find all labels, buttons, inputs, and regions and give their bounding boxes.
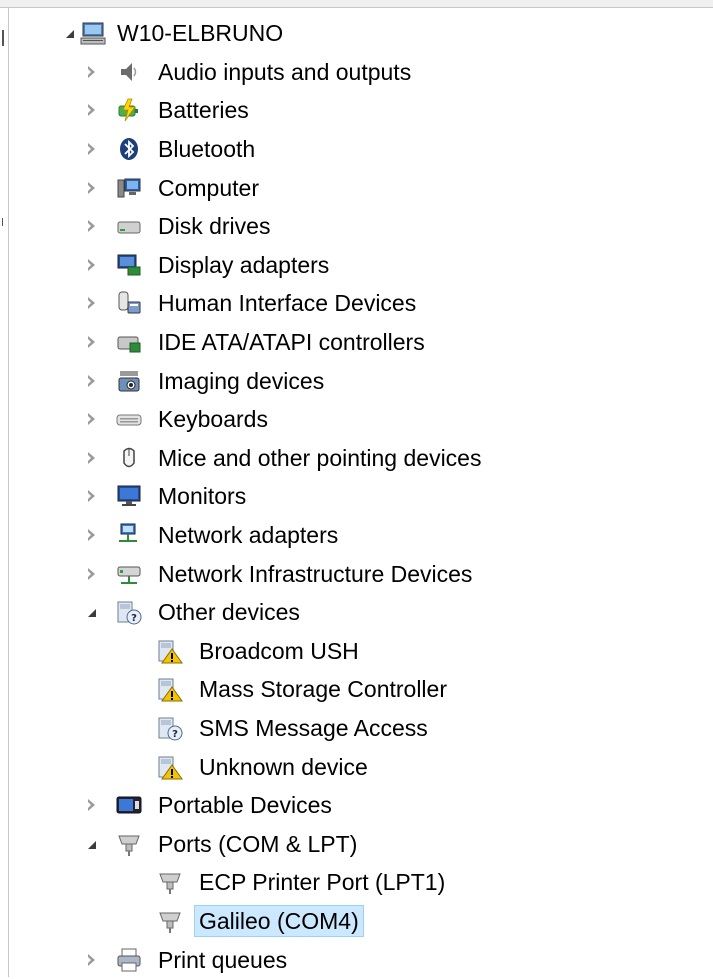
- tree-item-batteries[interactable]: Batteries: [0, 91, 713, 130]
- bluetooth-icon: [116, 136, 142, 162]
- tree-item-label: Monitors: [158, 483, 247, 510]
- collapsed-arrow-icon[interactable]: [84, 103, 98, 117]
- tree-item-label: Keyboards: [158, 406, 268, 433]
- tree-item-portable-devices[interactable]: Portable Devices: [0, 786, 713, 825]
- disk-drive-icon: [116, 213, 142, 239]
- tree-item-audio-inputs-and-outputs[interactable]: Audio inputs and outputs: [0, 53, 713, 92]
- tree-item-imaging-devices[interactable]: Imaging devices: [0, 361, 713, 400]
- display-adapter-icon: [116, 252, 142, 278]
- tree-item-label: ECP Printer Port (LPT1): [199, 869, 446, 896]
- collapsed-arrow-icon[interactable]: [84, 953, 98, 967]
- tree-item-print-queues[interactable]: Print queues: [0, 940, 713, 979]
- collapsed-arrow-icon[interactable]: [84, 567, 98, 581]
- tree-item-network-infrastructure-devices[interactable]: Network Infrastructure Devices: [0, 554, 713, 593]
- tree-item-label: Network adapters: [158, 522, 339, 549]
- tree-item-mice-and-other-pointing-devices[interactable]: Mice and other pointing devices: [0, 439, 713, 478]
- tree-item-human-interface-devices[interactable]: Human Interface Devices: [0, 284, 713, 323]
- tree-item-label: Bluetooth: [158, 136, 256, 163]
- tree-item-galileo-com4[interactable]: Galileo (COM4): [0, 902, 713, 941]
- tree-item-label: Batteries: [158, 97, 249, 124]
- battery-icon: [116, 97, 142, 123]
- expanded-arrow-icon[interactable]: [84, 837, 98, 851]
- collapsed-arrow-icon[interactable]: [84, 412, 98, 426]
- collapsed-arrow-icon[interactable]: [84, 65, 98, 79]
- ide-controller-icon: [116, 329, 142, 355]
- tree-item-label: Ports (COM & LPT): [158, 830, 358, 857]
- tree-item-label: Imaging devices: [158, 367, 325, 394]
- collapsed-arrow-icon[interactable]: [84, 374, 98, 388]
- speaker-icon: [116, 59, 142, 85]
- tree-item-label: SMS Message Access: [199, 714, 428, 741]
- collapsed-arrow-icon[interactable]: [84, 489, 98, 503]
- tree-item-display-adapters[interactable]: Display adapters: [0, 246, 713, 285]
- keyboard-icon: [116, 406, 142, 432]
- portable-device-icon: [116, 792, 142, 818]
- computer-icon: [116, 175, 142, 201]
- tree-item-network-adapters[interactable]: Network adapters: [0, 516, 713, 555]
- svg-text:?: ?: [172, 729, 178, 740]
- computer-network-icon: [80, 20, 106, 46]
- collapsed-arrow-icon[interactable]: [84, 258, 98, 272]
- tree-item-label: IDE ATA/ATAPI controllers: [158, 329, 425, 356]
- collapsed-arrow-icon[interactable]: [84, 528, 98, 542]
- expanded-arrow-icon[interactable]: [62, 26, 76, 40]
- tree-item-ide-ata-atapi-controllers[interactable]: IDE ATA/ATAPI controllers: [0, 323, 713, 362]
- tree-item-ecp-printer-port-lpt1[interactable]: ECP Printer Port (LPT1): [0, 863, 713, 902]
- device-warning-icon: [157, 676, 183, 702]
- port-connector-icon: [116, 831, 142, 857]
- tree-item-mass-storage-controller[interactable]: Mass Storage Controller: [0, 670, 713, 709]
- collapsed-arrow-icon[interactable]: [84, 142, 98, 156]
- tree-item-unknown-device[interactable]: Unknown device: [0, 747, 713, 786]
- unknown-device-icon: ?: [116, 599, 142, 625]
- tree-item-label: Mice and other pointing devices: [158, 444, 482, 471]
- tree-item-disk-drives[interactable]: Disk drives: [0, 207, 713, 246]
- tree-item-broadcom-ush[interactable]: Broadcom USH: [0, 632, 713, 671]
- tree-item-label: Print queues: [158, 946, 288, 973]
- tree-item-label: Human Interface Devices: [158, 290, 417, 317]
- collapsed-arrow-icon[interactable]: [84, 798, 98, 812]
- tree-item-label: Unknown device: [199, 753, 368, 780]
- tree-item-ports-com-lpt[interactable]: Ports (COM & LPT): [0, 824, 713, 863]
- collapsed-arrow-icon[interactable]: [84, 181, 98, 195]
- network-infrastructure-icon: [116, 561, 142, 587]
- svg-text:?: ?: [131, 613, 137, 624]
- port-connector-icon: [157, 908, 183, 934]
- tree-item-bluetooth[interactable]: Bluetooth: [0, 130, 713, 169]
- monitor-icon: [116, 483, 142, 509]
- tree-item-label: Broadcom USH: [199, 637, 359, 664]
- tree-item-computer[interactable]: Computer: [0, 168, 713, 207]
- tree-item-label: Mass Storage Controller: [199, 676, 447, 703]
- mouse-icon: [116, 445, 142, 471]
- collapsed-arrow-icon[interactable]: [84, 451, 98, 465]
- expanded-arrow-icon[interactable]: [84, 605, 98, 619]
- collapsed-arrow-icon[interactable]: [84, 335, 98, 349]
- camera-icon: [116, 368, 142, 394]
- tree-item-sms-message-access[interactable]: ? SMS Message Access: [0, 709, 713, 748]
- tree-item-label: Disk drives: [158, 213, 271, 240]
- window-top-border: [0, 0, 713, 8]
- tree-item-label: Computer: [158, 174, 259, 201]
- tree-item-label: Galileo (COM4): [194, 904, 364, 937]
- device-warning-icon: [157, 754, 183, 780]
- tree-item-label: W10-ELBRUNO: [117, 20, 284, 47]
- tree-item-label: Other devices: [158, 599, 300, 626]
- tree-item-label: Network Infrastructure Devices: [158, 560, 473, 587]
- tree-item-w10-elbruno[interactable]: W10-ELBRUNO: [0, 14, 713, 53]
- device-tree[interactable]: W10-ELBRUNO Audio inputs and outputs Batte…: [0, 14, 713, 979]
- network-adapter-icon: [116, 522, 142, 548]
- printer-icon: [116, 947, 142, 973]
- collapsed-arrow-icon[interactable]: [84, 296, 98, 310]
- tree-item-label: Audio inputs and outputs: [158, 58, 412, 85]
- unknown-device-icon: ?: [157, 715, 183, 741]
- tree-item-label: Display adapters: [158, 251, 330, 278]
- port-connector-icon: [157, 869, 183, 895]
- tree-item-monitors[interactable]: Monitors: [0, 477, 713, 516]
- device-warning-icon: [157, 638, 183, 664]
- hid-icon: [116, 290, 142, 316]
- collapsed-arrow-icon[interactable]: [84, 219, 98, 233]
- tree-item-label: Portable Devices: [158, 792, 332, 819]
- tree-item-keyboards[interactable]: Keyboards: [0, 400, 713, 439]
- tree-item-other-devices[interactable]: ? Other devices: [0, 593, 713, 632]
